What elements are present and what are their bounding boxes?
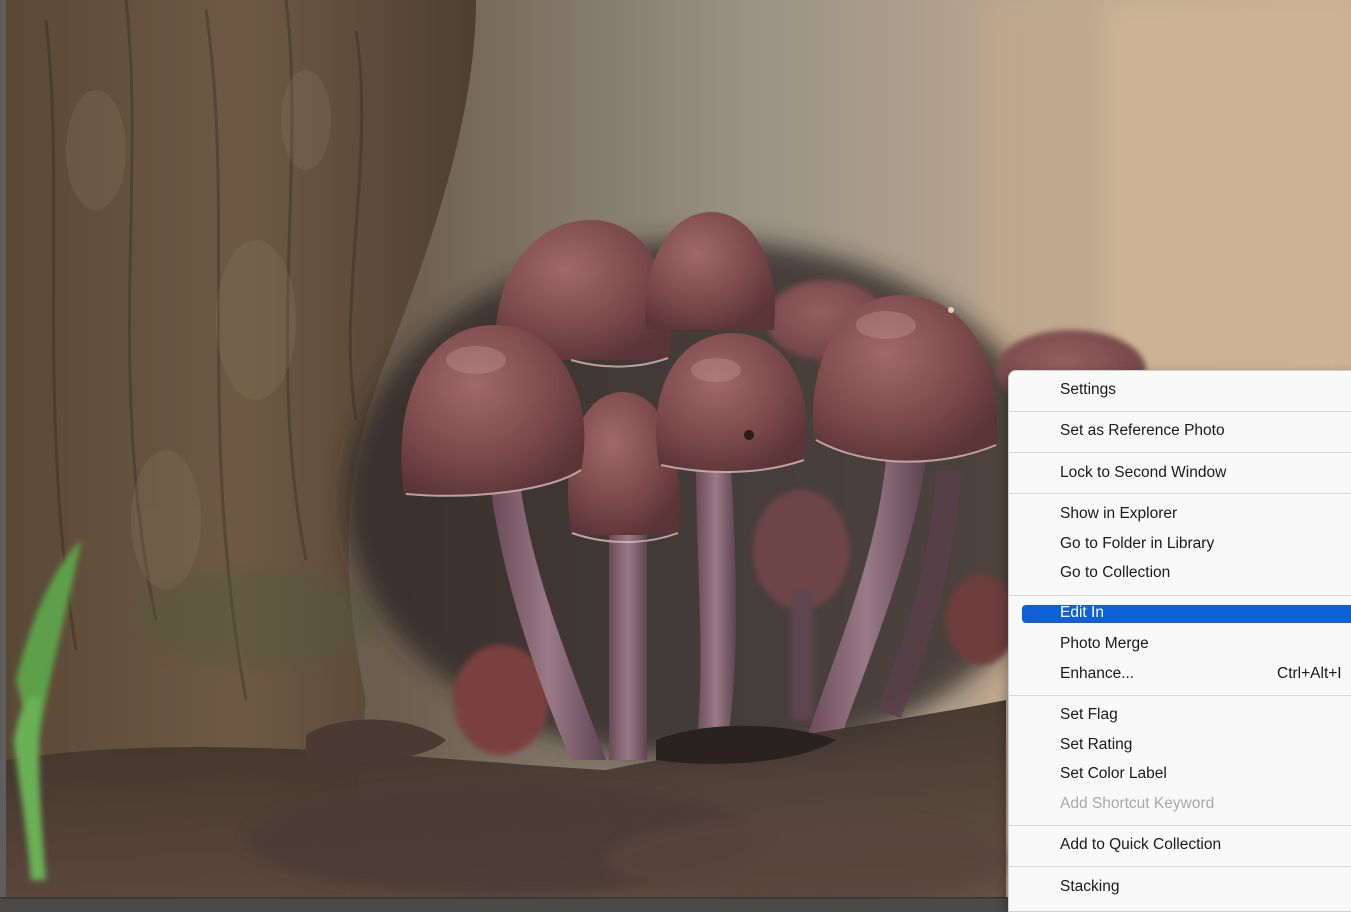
menu-item-label: Set Flag <box>1060 706 1118 723</box>
menu-item-label: Edit In <box>1060 604 1104 621</box>
context-menu: Settings Set as Reference Photo Lock to … <box>1008 370 1351 912</box>
menu-item-set-rating[interactable]: Set Rating <box>1009 732 1351 760</box>
menu-separator <box>1009 825 1351 826</box>
menu-item-label: Lock to Second Window <box>1060 464 1227 481</box>
menu-item-label: Add Shortcut Keyword <box>1060 795 1215 812</box>
menu-item-label: Show in Explorer <box>1060 505 1178 522</box>
menu-separator <box>1009 411 1351 412</box>
menu-item-label: Set as Reference Photo <box>1060 422 1225 439</box>
menu-item-lock-to-second-window[interactable]: Lock to Second Window <box>1009 460 1351 488</box>
menu-item-set-color-label[interactable]: Set Color Label <box>1009 761 1351 789</box>
menu-item-label: Go to Folder in Library <box>1060 535 1215 552</box>
menu-item-label: Stacking <box>1060 878 1120 895</box>
menu-item-label: Set Color Label <box>1060 765 1167 782</box>
menu-item-label: Set Rating <box>1060 736 1133 753</box>
menu-item-label: Add to Quick Collection <box>1060 836 1222 853</box>
menu-item-label: Go to Collection <box>1060 564 1171 581</box>
menu-item-shortcut: Ctrl+Alt+I <box>1277 665 1342 682</box>
menu-item-set-flag[interactable]: Set Flag <box>1009 702 1351 730</box>
menu-item-edit-in[interactable]: Edit In <box>1009 602 1351 630</box>
menu-separator <box>1009 866 1351 867</box>
menu-item-settings[interactable]: Settings <box>1009 377 1351 405</box>
menu-item-show-in-explorer[interactable]: Show in Explorer <box>1009 501 1351 529</box>
menu-item-go-to-collection[interactable]: Go to Collection <box>1009 560 1351 588</box>
menu-item-go-to-folder-in-library[interactable]: Go to Folder in Library <box>1009 531 1351 559</box>
menu-item-label: Settings <box>1060 381 1117 398</box>
menu-item-set-as-reference-photo[interactable]: Set as Reference Photo <box>1009 418 1351 446</box>
menu-separator <box>1009 493 1351 494</box>
menu-separator <box>1009 452 1351 453</box>
menu-item-stacking[interactable]: Stacking <box>1009 874 1351 902</box>
menu-separator <box>1009 595 1351 596</box>
menu-item-photo-merge[interactable]: Photo Merge <box>1009 631 1351 659</box>
menu-item-label: Photo Merge <box>1060 635 1149 652</box>
menu-item-enhance[interactable]: Enhance... Ctrl+Alt+I <box>1009 661 1351 689</box>
menu-separator <box>1009 695 1351 696</box>
menu-item-add-to-quick-collection[interactable]: Add to Quick Collection <box>1009 832 1351 860</box>
menu-item-add-shortcut-keyword: Add Shortcut Keyword <box>1009 791 1351 819</box>
menu-item-label: Enhance... <box>1060 665 1135 682</box>
